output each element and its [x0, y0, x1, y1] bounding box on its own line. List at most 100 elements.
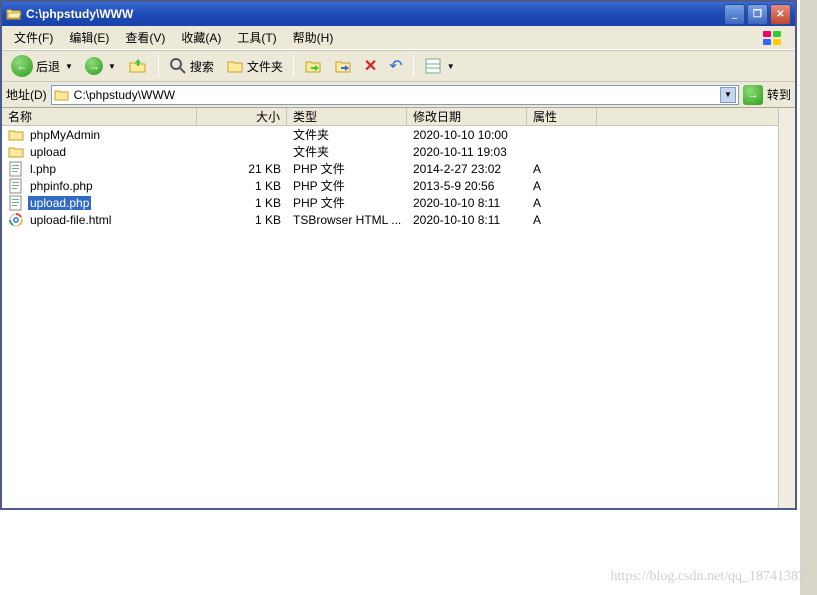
- folder-up-icon: [128, 56, 148, 76]
- folders-icon: [226, 57, 244, 75]
- folders-label: 文件夹: [247, 58, 283, 75]
- folder-open-icon: [6, 6, 22, 22]
- file-mtime: 2020-10-10 8:11: [407, 196, 527, 210]
- file-name: l.php: [28, 162, 58, 176]
- file-type: 文件夹: [287, 126, 407, 143]
- search-icon: [169, 57, 187, 75]
- php-icon: [8, 161, 24, 177]
- col-type[interactable]: 类型: [287, 108, 407, 125]
- file-attr: A: [527, 196, 597, 210]
- file-type: TSBrowser HTML ...: [287, 213, 407, 227]
- forward-arrow-icon: →: [85, 57, 103, 75]
- minimize-button[interactable]: _: [724, 4, 745, 25]
- titlebar[interactable]: C:\phpstudy\WWW _ ❐ ✕: [2, 0, 795, 26]
- menubar: 文件(F) 编辑(E) 查看(V) 收藏(A) 工具(T) 帮助(H): [2, 26, 795, 50]
- address-label: 地址(D): [6, 86, 47, 103]
- file-row[interactable]: phpMyAdmin 文件夹2020-10-10 10:00: [2, 126, 795, 143]
- address-dropdown[interactable]: ▼: [720, 87, 736, 103]
- search-button[interactable]: 搜索: [164, 54, 219, 78]
- col-name[interactable]: 名称: [2, 108, 197, 125]
- file-attr: A: [527, 162, 597, 176]
- file-name: phpinfo.php: [28, 179, 95, 193]
- file-attr: A: [527, 179, 597, 193]
- file-mtime: 2020-10-11 19:03: [407, 145, 527, 159]
- file-row[interactable]: upload 文件夹2020-10-11 19:03: [2, 143, 795, 160]
- file-list[interactable]: 名称 大小 类型 修改日期 属性 phpMyAdmin文件夹2020-10-10…: [2, 108, 795, 508]
- chevron-down-icon: ▼: [447, 62, 455, 71]
- file-type: 文件夹: [287, 143, 407, 160]
- col-attr[interactable]: 属性: [527, 108, 597, 125]
- outer-scrollbar[interactable]: [800, 0, 817, 595]
- file-mtime: 2020-10-10 10:00: [407, 128, 527, 142]
- toolbar: ← 后退 ▼ → ▼ 搜索 文件夹 ✕ ↶ ▼: [2, 50, 795, 82]
- col-mtime[interactable]: 修改日期: [407, 108, 527, 125]
- file-row[interactable]: l.php 21 KBPHP 文件2014-2-27 23:02A: [2, 160, 795, 177]
- file-name: upload: [28, 145, 68, 159]
- up-button[interactable]: [123, 54, 153, 78]
- search-label: 搜索: [190, 58, 214, 75]
- menu-view[interactable]: 查看(V): [117, 27, 173, 48]
- undo-button[interactable]: ↶: [384, 54, 407, 78]
- copy-to-button[interactable]: [329, 54, 357, 78]
- delete-icon: ✕: [364, 56, 377, 76]
- views-icon: [424, 57, 442, 75]
- maximize-button[interactable]: ❐: [747, 4, 768, 25]
- php-icon: [8, 195, 24, 211]
- file-size: 1 KB: [197, 213, 287, 227]
- file-size: 1 KB: [197, 179, 287, 193]
- menu-help[interactable]: 帮助(H): [285, 27, 342, 48]
- move-to-button[interactable]: [299, 54, 327, 78]
- folders-button[interactable]: 文件夹: [221, 54, 288, 78]
- chevron-down-icon: ▼: [65, 62, 73, 71]
- go-button[interactable]: →: [743, 85, 763, 105]
- menu-tools[interactable]: 工具(T): [229, 27, 284, 48]
- views-button[interactable]: ▼: [419, 54, 460, 78]
- folder-icon: [8, 144, 24, 160]
- file-row[interactable]: upload.php 1 KBPHP 文件2020-10-10 8:11A: [2, 194, 795, 211]
- menu-favorites[interactable]: 收藏(A): [173, 27, 229, 48]
- separator: [158, 55, 159, 77]
- php-icon: [8, 178, 24, 194]
- menu-file[interactable]: 文件(F): [6, 27, 61, 48]
- windows-flag-icon: [755, 28, 791, 48]
- file-type: PHP 文件: [287, 160, 407, 177]
- addressbar: 地址(D) ▼ → 转到: [2, 82, 795, 108]
- html-icon: [8, 212, 24, 228]
- address-field[interactable]: ▼: [51, 85, 739, 105]
- menu-edit[interactable]: 编辑(E): [61, 27, 117, 48]
- folder-open-icon: [54, 87, 70, 103]
- file-name: upload-file.html: [28, 213, 113, 227]
- chevron-down-icon: ▼: [108, 62, 116, 71]
- file-size: 1 KB: [197, 196, 287, 210]
- back-label: 后退: [36, 58, 60, 75]
- file-mtime: 2014-2-27 23:02: [407, 162, 527, 176]
- file-name: phpMyAdmin: [28, 128, 102, 142]
- scrollbar[interactable]: [778, 108, 795, 508]
- undo-icon: ↶: [389, 56, 402, 76]
- separator: [413, 55, 414, 77]
- file-mtime: 2013-5-9 20:56: [407, 179, 527, 193]
- file-mtime: 2020-10-10 8:11: [407, 213, 527, 227]
- file-name: upload.php: [28, 196, 91, 210]
- back-button[interactable]: ← 后退 ▼: [6, 54, 78, 78]
- forward-button[interactable]: → ▼: [80, 54, 121, 78]
- go-label: 转到: [767, 86, 791, 103]
- separator: [293, 55, 294, 77]
- file-attr: A: [527, 213, 597, 227]
- copy-icon: [334, 57, 352, 75]
- folder-icon: [8, 127, 24, 143]
- delete-button[interactable]: ✕: [359, 54, 382, 78]
- file-size: 21 KB: [197, 162, 287, 176]
- col-size[interactable]: 大小: [197, 108, 287, 125]
- column-headers: 名称 大小 类型 修改日期 属性: [2, 108, 795, 126]
- window-title: C:\phpstudy\WWW: [26, 7, 724, 21]
- close-button[interactable]: ✕: [770, 4, 791, 25]
- file-type: PHP 文件: [287, 177, 407, 194]
- file-type: PHP 文件: [287, 194, 407, 211]
- file-row[interactable]: phpinfo.php 1 KBPHP 文件2013-5-9 20:56A: [2, 177, 795, 194]
- file-row[interactable]: upload-file.html 1 KBTSBrowser HTML ...20…: [2, 211, 795, 228]
- move-icon: [304, 57, 322, 75]
- watermark: https://blog.csdn.net/qq_18741387: [611, 569, 805, 585]
- back-arrow-icon: ←: [11, 55, 33, 77]
- address-input[interactable]: [74, 88, 716, 102]
